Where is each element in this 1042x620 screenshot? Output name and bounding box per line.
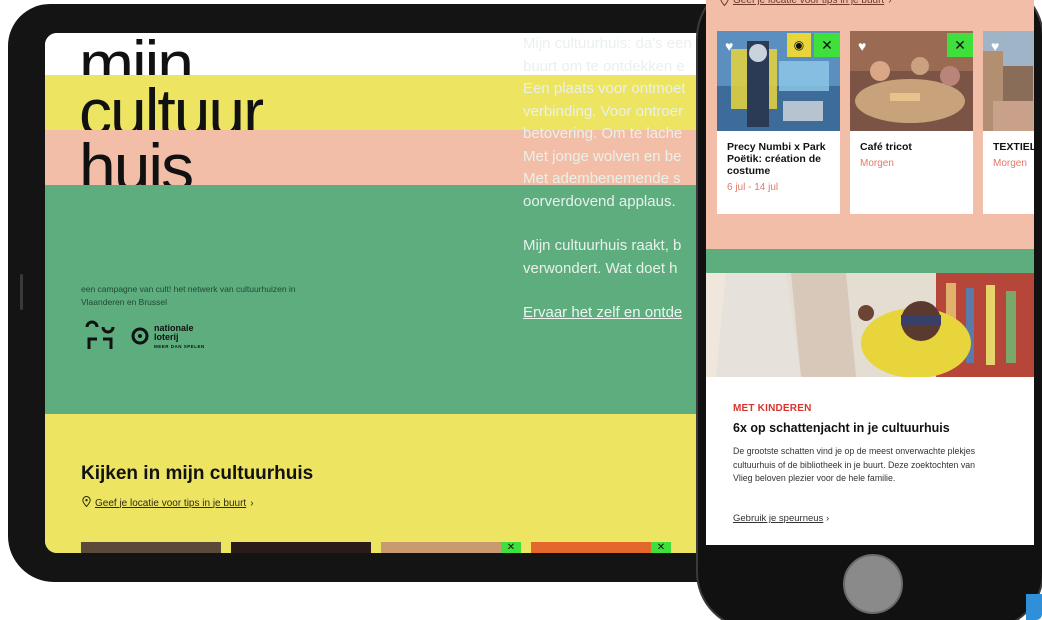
location-link[interactable]: Geef je locatie voor tips in je buurt › [82, 496, 254, 510]
phone-event-cards: ♥ ◉ ✕ Precy Numbi x Park Poëtik: créatio… [717, 31, 1034, 214]
loterij-tagline: MEER DAN SPELEN [154, 343, 205, 349]
article-body-line: De grootste schatten vind je op de meest… [733, 446, 976, 456]
heart-icon[interactable]: ♥ [725, 39, 733, 53]
event-card-date: 6 jul - 14 jul [727, 182, 779, 193]
phone-home-button[interactable] [843, 554, 903, 614]
chevron-right-icon: › [888, 0, 892, 6]
expand-icon: ✕ [814, 33, 840, 57]
tablet-side-button [20, 274, 23, 310]
phone-location-link[interactable]: Geef je locatie voor tips in je buurt › [720, 0, 892, 9]
phone-corner-accent [1026, 594, 1042, 620]
phone-green-band [706, 249, 1034, 273]
event-card-title: TEXTIEL AY x disc [993, 141, 1034, 153]
devices-mockup: mijn cultuur huis Mijn cultuurhuis: da's… [0, 0, 1042, 620]
close-icon: ✕ [651, 542, 671, 553]
nationale-loterij-logo: nationale loterij MEER DAN SPELEN [131, 323, 205, 349]
article-kicker: MET KINDEREN [733, 403, 812, 414]
article-body-line: cultuurhuis of de bibliotheek in je buur… [733, 459, 976, 470]
event-card[interactable]: ♥ TEXTIEL AY x disc Morgen [983, 31, 1034, 214]
event-card-image: ♥ ✕ [850, 31, 973, 131]
event-card-image: ♥ [983, 31, 1034, 131]
loterij-mark-icon [131, 327, 149, 345]
location-pin-icon [720, 0, 729, 9]
heart-icon[interactable]: ♥ [991, 39, 999, 53]
loterij-name-2: loterij [154, 331, 179, 342]
article-card[interactable]: MET KINDEREN 6x op schattenjacht in je c… [706, 377, 1034, 545]
event-thumb[interactable]: ✕ [531, 542, 671, 553]
logo-word-huis: huis [79, 134, 193, 185]
event-thumb[interactable] [231, 542, 371, 553]
event-thumb[interactable] [81, 542, 221, 553]
event-card-title: Precy Numbi x Park Poëtik: création de c… [727, 141, 826, 177]
event-thumbnails: ✕ ✕ [81, 542, 671, 553]
phone-location-label[interactable]: Geef je locatie voor tips in je buurt [733, 0, 884, 9]
eye-icon: ◉ [787, 33, 811, 57]
chevron-right-icon: › [250, 497, 254, 509]
article-body-line: Vlieg beloven plezier voor de hele famil… [733, 473, 896, 483]
article-body: De grootste schatten vind je op de meest… [733, 445, 1034, 486]
event-card-image: ♥ ◉ ✕ [717, 31, 840, 131]
event-card-date: Morgen [993, 158, 1027, 169]
location-link-label[interactable]: Geef je locatie voor tips in je buurt [95, 498, 246, 509]
article-photo [706, 273, 1034, 377]
phone-screen: Geef je locatie voor tips in je buurt › [706, 0, 1034, 545]
logo-word-mijn: mijn [79, 33, 193, 75]
expand-icon: ✕ [947, 33, 973, 57]
event-card[interactable]: ♥ ✕ Café tricot Morgen [850, 31, 973, 214]
phone-pink-section: Geef je locatie voor tips in je buurt › [706, 0, 1034, 249]
location-pin-icon [82, 496, 91, 510]
article-headline[interactable]: 6x op schattenjacht in je cultuurhuis [733, 421, 950, 435]
cult-logo-icon [83, 319, 117, 353]
article-more-link[interactable]: Gebruik je speurneus › [733, 513, 829, 524]
event-card-date: Morgen [860, 158, 894, 169]
event-card[interactable]: ♥ ◉ ✕ Precy Numbi x Park Poëtik: créatio… [717, 31, 840, 214]
event-thumb[interactable]: ✕ [381, 542, 521, 553]
sponsor-logos: nationale loterij MEER DAN SPELEN [83, 319, 205, 353]
event-card-title: Café tricot [860, 141, 912, 153]
tablet-screen: mijn cultuur huis Mijn cultuurhuis: da's… [45, 33, 745, 553]
section-title: Kijken in mijn cultuurhuis [81, 463, 314, 484]
close-icon: ✕ [501, 542, 521, 553]
article-more-label[interactable]: Gebruik je speurneus [733, 513, 823, 524]
logo-word-cultuur: cultuur [79, 79, 264, 130]
heart-icon[interactable]: ♥ [858, 39, 866, 53]
chevron-right-icon: › [825, 513, 830, 524]
campaign-text: een campagne van cult! het netwerk van c… [81, 284, 296, 307]
